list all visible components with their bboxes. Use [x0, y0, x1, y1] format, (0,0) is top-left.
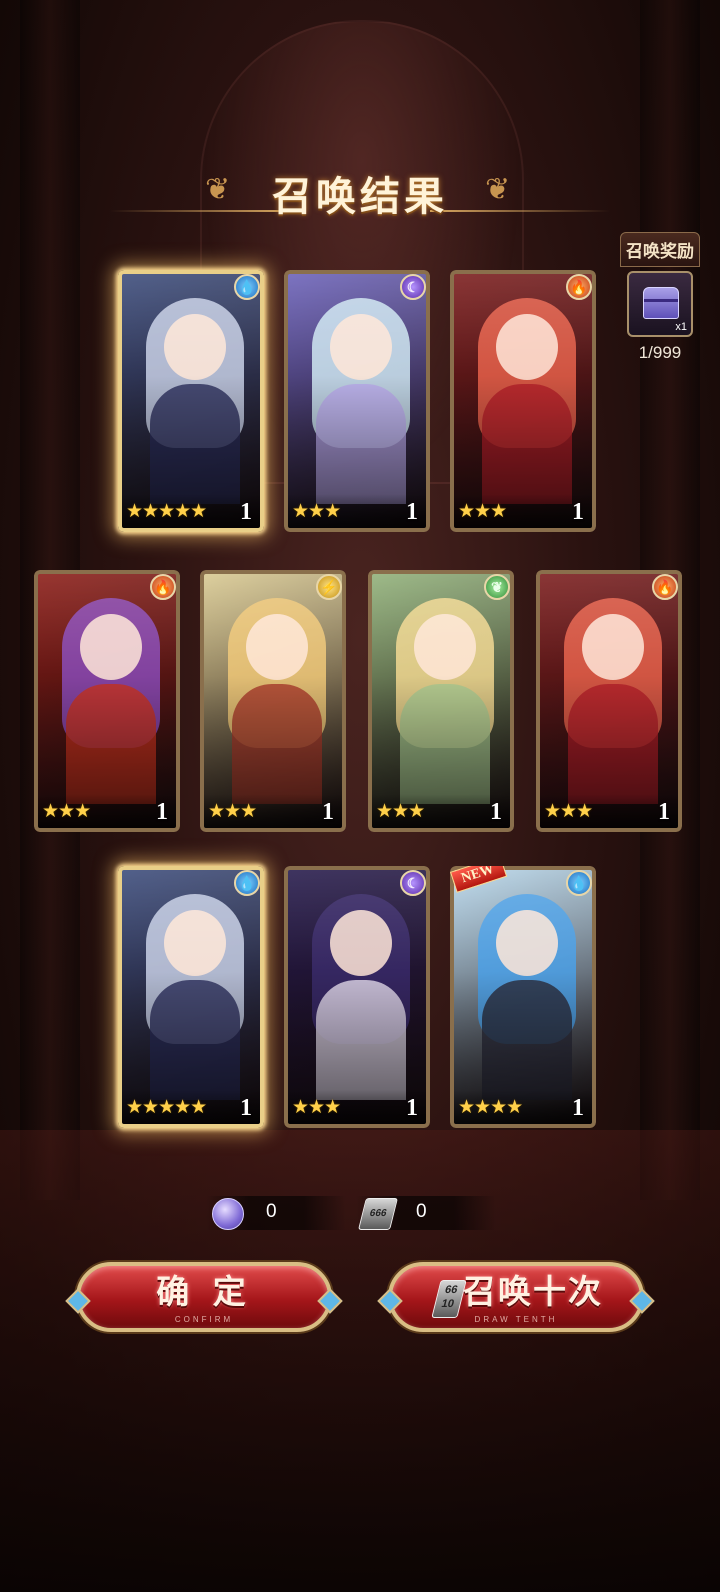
hero-card[interactable]: 🔥 ★★★ 1 [34, 570, 180, 832]
hero-card[interactable]: 💧 ★★★★★ 1 [118, 866, 264, 1128]
hero-card[interactable]: ☾ ★★★ 1 [284, 270, 430, 532]
reward-quantity: x1 [675, 321, 687, 333]
ticket-icon: 666 [358, 1198, 398, 1230]
card-count: 1 [322, 799, 334, 825]
gem-icon [212, 1198, 244, 1230]
card-count: 1 [658, 799, 670, 825]
card-frame [450, 866, 596, 1128]
card-frame [118, 866, 264, 1128]
lightning-icon: ⚡ [316, 574, 342, 600]
star-rating: ★★★★ [458, 1097, 523, 1118]
water-drop-icon: 💧 [234, 274, 260, 300]
ticket-count: 0 [416, 1201, 427, 1222]
card-frame [118, 270, 264, 532]
card-count: 1 [490, 799, 502, 825]
draw-ten-button-label: 召唤十次 [463, 1272, 603, 1311]
card-count: 1 [240, 1095, 252, 1121]
water-drop-icon: 💧 [566, 870, 592, 896]
hero-card[interactable]: ☾ ★★★ 1 [284, 866, 430, 1128]
card-count: 1 [406, 1095, 418, 1121]
title-banner: ❦ ❦ 召唤结果 [0, 160, 720, 230]
star-rating: ★★★ [458, 501, 507, 522]
card-count: 1 [240, 499, 252, 525]
star-rating: ★★★ [292, 501, 341, 522]
moon-icon: ☾ [400, 274, 426, 300]
flame-icon: 🔥 [150, 574, 176, 600]
leaf-icon: ❦ [484, 574, 510, 600]
star-rating: ★★★ [544, 801, 593, 822]
star-rating: ★★★★★ [126, 501, 207, 522]
hero-card[interactable]: 🔥 ★★★ 1 [536, 570, 682, 832]
hero-card[interactable]: 🔥 ★★★ 1 [450, 270, 596, 532]
hero-card[interactable]: 💧 ★★★★★ 1 [118, 270, 264, 532]
reward-chest-slot[interactable]: x1 [627, 271, 693, 337]
star-rating: ★★★ [376, 801, 425, 822]
ticket-currency: 666 0 [356, 1196, 496, 1230]
card-frame [284, 270, 430, 532]
card-count: 1 [406, 499, 418, 525]
card-frame [536, 570, 682, 832]
gem-currency: 0 [206, 1196, 346, 1230]
confirm-button-sublabel: CONFIRM [174, 1315, 234, 1324]
flame-icon: 🔥 [652, 574, 678, 600]
star-rating: ★★★ [292, 1097, 341, 1118]
summon-reward-panel[interactable]: 召唤奖励 x1 1/999 [620, 232, 700, 362]
page-title: 召唤结果 [272, 173, 448, 220]
card-frame [368, 570, 514, 832]
confirm-button[interactable]: 确 定 CONFIRM [65, 1262, 343, 1332]
flame-icon: 🔥 [566, 274, 592, 300]
draw-ten-button-sublabel: DRAW TENTH [474, 1315, 558, 1324]
reward-progress-count: 1/999 [638, 343, 682, 362]
card-frame [284, 866, 430, 1128]
hero-card[interactable]: ⚡ ★★★ 1 [200, 570, 346, 832]
summon-reward-title: 召唤奖励 [620, 232, 700, 267]
moon-icon: ☾ [400, 870, 426, 896]
hero-card[interactable]: 💧 ★★★★ 1 NEW [450, 866, 596, 1128]
ticket-icon-number: 66 [443, 1284, 459, 1296]
card-frame [450, 270, 596, 532]
confirm-button-label: 确 定 [156, 1272, 252, 1311]
hero-card[interactable]: ❦ ★★★ 1 [368, 570, 514, 832]
card-frame [34, 570, 180, 832]
ticket-cost: 10 [440, 1298, 456, 1310]
card-count: 1 [572, 499, 584, 525]
treasure-chest-icon [643, 287, 679, 319]
water-drop-icon: 💧 [234, 870, 260, 896]
star-rating: ★★★ [208, 801, 257, 822]
star-rating: ★★★★★ [126, 1097, 207, 1118]
gem-count: 0 [266, 1201, 277, 1222]
card-count: 1 [156, 799, 168, 825]
draw-ten-button[interactable]: 66 10 召唤十次 DRAW TENTH [377, 1262, 655, 1332]
card-frame [200, 570, 346, 832]
card-count: 1 [572, 1095, 584, 1121]
star-rating: ★★★ [42, 801, 91, 822]
